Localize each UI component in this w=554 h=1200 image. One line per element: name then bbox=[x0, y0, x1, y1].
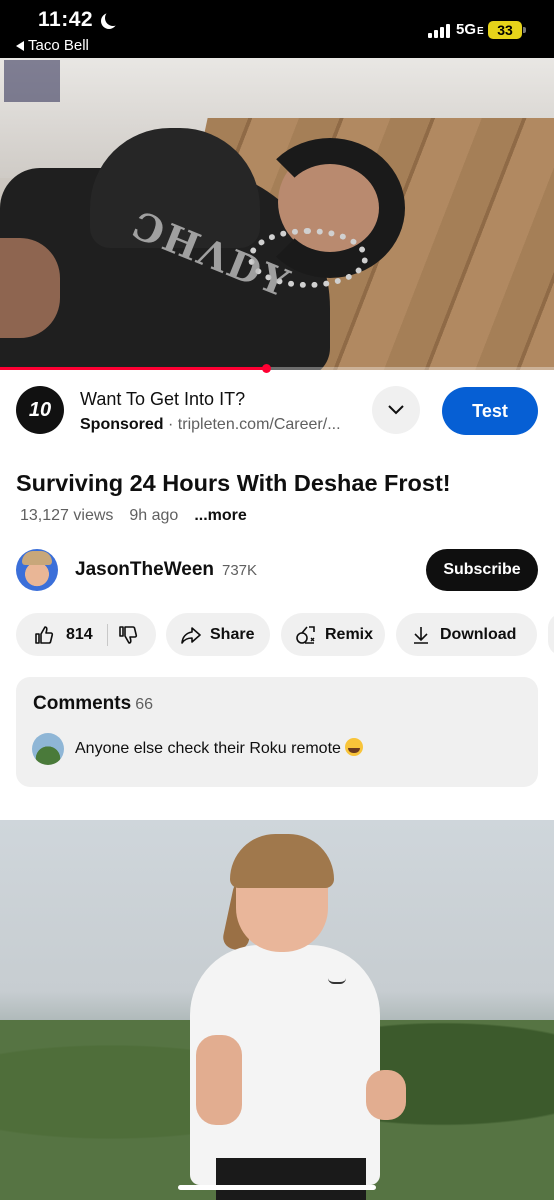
back-to-app-link[interactable]: Taco Bell bbox=[16, 37, 89, 54]
download-button[interactable]: Download bbox=[396, 613, 537, 656]
ad-title: Want To Get Into IT? bbox=[80, 389, 246, 409]
ad-cta-label: Test bbox=[472, 400, 508, 421]
video-overlay-chat bbox=[4, 60, 60, 102]
ad-url: tripleten.com/Career/... bbox=[177, 416, 341, 433]
comments-header: Comments 66 bbox=[33, 693, 153, 715]
laughing-emoji-icon bbox=[344, 738, 363, 756]
video-meta[interactable]: 13,127 views 9h ago ...more bbox=[20, 507, 247, 525]
video-player[interactable]: ƆHΛDY bbox=[0, 58, 554, 370]
share-button[interactable]: Share bbox=[166, 613, 270, 656]
advertiser-logo: 10 bbox=[16, 386, 64, 434]
network-suffix: E bbox=[477, 26, 484, 37]
download-icon bbox=[414, 626, 428, 644]
upload-age: 9h ago bbox=[129, 507, 179, 524]
home-indicator[interactable] bbox=[178, 1185, 376, 1190]
ad-cta-button[interactable]: Test bbox=[442, 387, 538, 435]
cellular-signal-icon bbox=[428, 24, 450, 38]
status-time: 11:42 bbox=[38, 8, 115, 32]
like-count[interactable]: 814 bbox=[66, 626, 93, 644]
network-label: 5G bbox=[456, 21, 477, 38]
back-app-label: Taco Bell bbox=[28, 37, 89, 54]
sponsored-label: Sponsored bbox=[80, 416, 164, 433]
remix-button[interactable]: Remix bbox=[281, 613, 385, 656]
battery-icon: 33 bbox=[488, 21, 526, 39]
subscribe-button[interactable]: Subscribe bbox=[426, 549, 538, 591]
video-title[interactable]: Surviving 24 Hours With Deshae Frost! bbox=[16, 468, 538, 498]
commenter-avatar bbox=[32, 733, 64, 765]
top-comment: Anyone else check their Roku remote bbox=[75, 738, 363, 758]
status-bar: 11:42 Taco Bell 5GE 33 bbox=[0, 0, 554, 58]
share-label: Share bbox=[210, 625, 255, 643]
view-count: 13,127 views bbox=[20, 507, 114, 524]
thumbnail-arm bbox=[196, 1035, 242, 1125]
more-description-link[interactable]: ...more bbox=[194, 507, 246, 525]
thumbnail-shorts bbox=[216, 1158, 366, 1200]
video-frame-arm bbox=[0, 238, 60, 338]
comments-panel[interactable]: Comments 66 Anyone else check their Roku … bbox=[16, 677, 538, 787]
comments-title: Comments bbox=[33, 693, 132, 714]
like-divider bbox=[106, 623, 108, 646]
remix-icon bbox=[296, 625, 315, 644]
battery-level: 33 bbox=[497, 22, 513, 38]
thumbnail-hand bbox=[366, 1070, 406, 1120]
next-video-thumbnail[interactable] bbox=[0, 820, 554, 1200]
ad-separator: · bbox=[168, 416, 178, 433]
subscribe-label: Subscribe bbox=[443, 561, 521, 578]
like-dislike-chip: 814 bbox=[16, 613, 156, 656]
download-label: Download bbox=[440, 625, 517, 643]
sponsored-ad[interactable]: 10 Want To Get Into IT? Sponsored · trip… bbox=[0, 370, 554, 452]
share-icon bbox=[181, 626, 201, 644]
thumbs-up-icon[interactable] bbox=[34, 625, 54, 645]
time-text: 11:42 bbox=[38, 8, 94, 31]
more-actions-chip[interactable] bbox=[548, 613, 554, 656]
advertiser-logo-text: 10 bbox=[28, 398, 52, 421]
moon-icon bbox=[105, 10, 121, 26]
ad-meta: Sponsored · tripleten.com/Career/... bbox=[80, 416, 341, 434]
channel-avatar[interactable] bbox=[16, 549, 58, 591]
top-comment-text: Anyone else check their Roku remote bbox=[75, 740, 341, 757]
ad-expand-button[interactable] bbox=[372, 386, 420, 434]
back-triangle-icon bbox=[16, 40, 24, 51]
network-type: 5GE bbox=[456, 21, 484, 38]
thumbs-down-icon[interactable] bbox=[118, 625, 138, 645]
subscriber-count: 737K bbox=[222, 562, 258, 579]
thumbnail-hair bbox=[230, 834, 334, 888]
comments-count: 66 bbox=[135, 696, 153, 713]
chevron-down-icon bbox=[388, 405, 404, 415]
channel-name[interactable]: JasonTheWeen bbox=[75, 559, 214, 581]
remix-label: Remix bbox=[325, 625, 374, 643]
